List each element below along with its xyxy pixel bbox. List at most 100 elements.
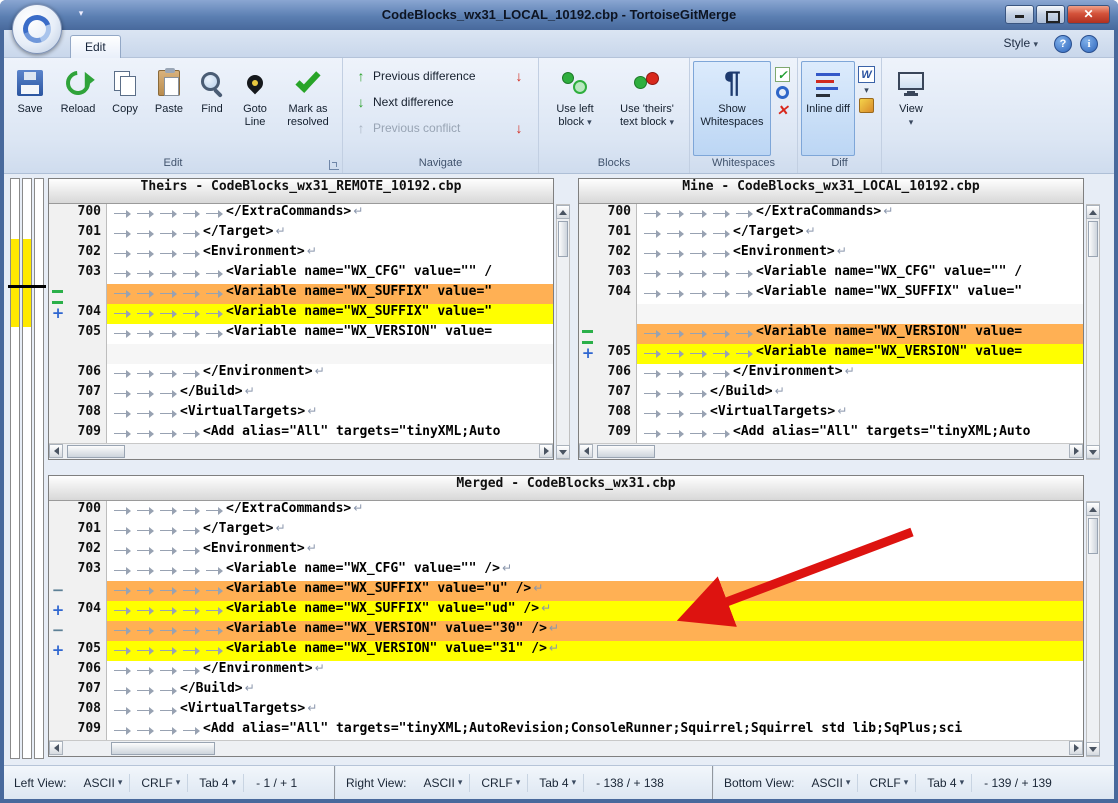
left-eol-select[interactable]: CRLF <box>134 773 189 792</box>
inline-diff-toggle[interactable]: Inline diff <box>801 61 855 156</box>
find-button[interactable]: Find <box>191 61 233 156</box>
left-tab-select[interactable]: Tab 4 <box>192 773 245 792</box>
bottom-eol-select[interactable]: CRLF <box>862 773 917 792</box>
close-button[interactable] <box>1067 5 1110 24</box>
code-line[interactable]: 706 </Environment> <box>49 661 1083 681</box>
code-line[interactable]: 708 <VirtualTargets> <box>49 701 1083 721</box>
code-line[interactable]: 704<Variable name="WX_SUFFIX" value=" <box>49 304 553 324</box>
mine-horizontal-scrollbar[interactable] <box>579 443 1083 459</box>
goto-line-button[interactable]: Goto Line <box>233 61 277 156</box>
copy-button[interactable]: Copy <box>103 61 147 156</box>
show-whitespaces-toggle[interactable]: Show Whitespaces <box>693 61 771 156</box>
code-line[interactable]: 701 </Target> <box>49 224 553 244</box>
merged-code-view[interactable]: 700</ExtraCommands>701</Target>702<Envir… <box>49 501 1083 740</box>
code-line[interactable]: <Variable name="WX_SUFFIX" value=" <box>49 284 553 304</box>
previous-difference-button[interactable]: Previous difference <box>350 66 507 86</box>
locator-column-left[interactable] <box>10 178 20 759</box>
previous-conflict-button[interactable]: Previous conflict <box>350 118 507 138</box>
use-theirs-text-block-button[interactable]: Use 'theirs' text block <box>608 61 686 156</box>
app-menu-button[interactable] <box>12 4 62 54</box>
scroll-thumb[interactable] <box>558 221 568 257</box>
code-line[interactable]: 707 </Build> <box>49 681 1083 701</box>
right-encoding-select[interactable]: ASCII <box>416 773 471 792</box>
quick-access-dropdown-icon[interactable] <box>74 6 88 20</box>
diff-locator-bar[interactable] <box>8 178 46 759</box>
word-diff-icon[interactable] <box>858 66 875 83</box>
code-line[interactable]: <Variable name="WX_VERSION" value="30" /… <box>49 621 1083 641</box>
code-line[interactable]: 705<Variable name="WX_VERSION" value="31… <box>49 641 1083 661</box>
next-difference-button[interactable]: Next difference <box>350 92 507 112</box>
view-button[interactable]: View <box>885 61 937 172</box>
blue-circle-icon[interactable] <box>776 86 789 99</box>
mine-code-view[interactable]: 700</ExtraCommands>701</Target>702<Envir… <box>579 204 1083 443</box>
edit-group-launcher[interactable] <box>329 160 339 170</box>
code-line[interactable]: 705<Variable name="WX_VERSION" value= <box>579 344 1083 364</box>
code-line[interactable]: 703 <Variable name="WX_CFG" value="" / <box>579 264 1083 284</box>
scroll-thumb[interactable] <box>597 445 655 458</box>
title-bar[interactable]: CodeBlocks_wx31_LOCAL_10192.cbp - Tortoi… <box>0 0 1118 30</box>
code-line[interactable]: 700 </ExtraCommands> <box>49 204 553 224</box>
code-line[interactable]: 709 <Add alias="All" targets="tinyXML;Aut… <box>49 721 1083 740</box>
next-conflict-button[interactable] <box>507 68 531 84</box>
code-line[interactable]: 702 <Environment> <box>579 244 1083 264</box>
scroll-thumb[interactable] <box>1088 221 1098 257</box>
highlight-icon[interactable] <box>859 98 874 113</box>
help-icon[interactable] <box>1054 35 1072 53</box>
paste-button[interactable]: Paste <box>147 61 191 156</box>
merged-horizontal-scrollbar[interactable] <box>49 740 1083 756</box>
reload-button[interactable]: Reload <box>53 61 103 156</box>
theirs-horizontal-scrollbar[interactable] <box>49 443 553 459</box>
mine-vertical-scrollbar[interactable] <box>1086 204 1100 460</box>
bottom-encoding-select[interactable]: ASCII <box>804 773 859 792</box>
filler-line[interactable] <box>579 304 1083 324</box>
code-line[interactable]: 700 </ExtraCommands> <box>579 204 1083 224</box>
locator-column-middle[interactable] <box>22 178 32 759</box>
green-check-icon[interactable] <box>775 67 790 82</box>
scroll-thumb[interactable] <box>67 445 125 458</box>
last-conflict-button[interactable] <box>507 120 531 136</box>
info-icon[interactable] <box>1080 35 1098 53</box>
theirs-code-view[interactable]: 700</ExtraCommands>701</Target>702<Envir… <box>49 204 553 443</box>
code-line[interactable]: 706 </Environment> <box>579 364 1083 384</box>
filler-line[interactable] <box>49 344 553 364</box>
code-line[interactable]: 702 <Environment> <box>49 541 1083 561</box>
red-x-icon[interactable] <box>775 103 790 118</box>
locator-column-right[interactable] <box>34 178 44 759</box>
code-line[interactable]: 707 </Build> <box>49 384 553 404</box>
code-line[interactable]: <Variable name="WX_VERSION" value= <box>579 324 1083 344</box>
code-line[interactable]: 706 </Environment> <box>49 364 553 384</box>
use-left-block-button[interactable]: Use left block <box>542 61 608 156</box>
code-line[interactable]: 709 <Add alias="All" targets="tinyXML;Aut… <box>579 424 1083 443</box>
code-line[interactable]: 707 </Build> <box>579 384 1083 404</box>
code-line[interactable]: 708 <VirtualTargets> <box>49 404 553 424</box>
code-line[interactable]: 709 <Add alias="All" targets="tinyXML;Aut… <box>49 424 553 443</box>
save-button[interactable]: Save <box>7 61 53 156</box>
code-line[interactable]: 701 </Target> <box>579 224 1083 244</box>
code-line[interactable]: 702 <Environment> <box>49 244 553 264</box>
theirs-vertical-scrollbar[interactable] <box>556 204 570 460</box>
code-line[interactable]: 703 <Variable name="WX_CFG" value="" /> <box>49 561 1083 581</box>
code-line[interactable]: 703 <Variable name="WX_CFG" value="" / <box>49 264 553 284</box>
code-line[interactable]: 705<Variable name="WX_VERSION" value= <box>49 324 553 344</box>
code-line[interactable]: 701 </Target> <box>49 521 1083 541</box>
code-line[interactable]: 700 </ExtraCommands> <box>49 501 1083 521</box>
minimize-button[interactable] <box>1005 5 1034 24</box>
code-line[interactable]: <Variable name="WX_SUFFIX" value="u" /> <box>49 581 1083 601</box>
code-line[interactable]: 704<Variable name="WX_SUFFIX" value="ud"… <box>49 601 1083 621</box>
merged-vertical-scrollbar[interactable] <box>1086 501 1100 757</box>
code-line[interactable]: 704<Variable name="WX_SUFFIX" value=" <box>579 284 1083 304</box>
left-encoding-select[interactable]: ASCII <box>76 773 131 792</box>
maximize-button[interactable] <box>1036 5 1065 24</box>
bottom-tab-select[interactable]: Tab 4 <box>920 773 973 792</box>
scroll-thumb[interactable] <box>111 742 215 755</box>
tab-edit[interactable]: Edit <box>70 35 121 58</box>
code-line[interactable]: 708 <VirtualTargets> <box>579 404 1083 424</box>
chevron-down-icon[interactable] <box>864 85 869 96</box>
style-dropdown[interactable]: Style <box>1003 36 1038 50</box>
mark-as-resolved-button[interactable]: Mark as resolved <box>277 61 339 156</box>
right-eol-select[interactable]: CRLF <box>474 773 529 792</box>
scroll-thumb[interactable] <box>1088 518 1098 554</box>
edit-group-label: Edit <box>163 157 183 169</box>
right-tab-select[interactable]: Tab 4 <box>532 773 585 792</box>
tab-whitespace-icon <box>710 424 733 443</box>
